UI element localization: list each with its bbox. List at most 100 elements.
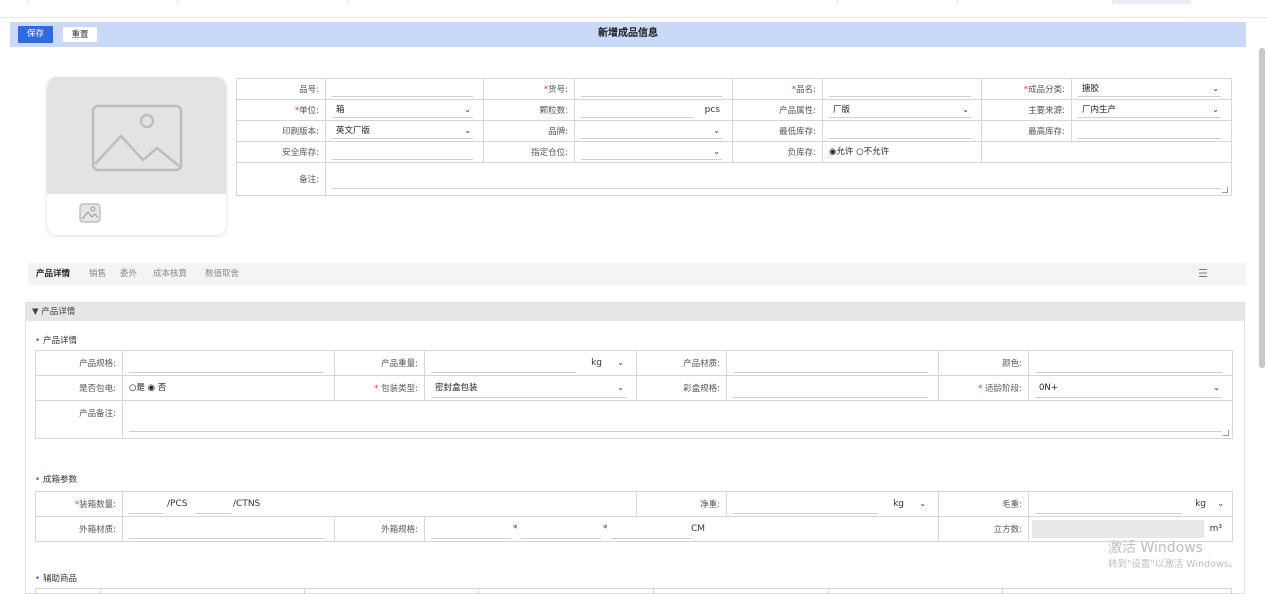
basic-info-table: 品号: *货号: *品名: *成品分类: 搪胶 ⌄ *单位: 箱 ⌄ 颗粒数: pc… bbox=[236, 78, 1232, 196]
chevron-down-icon: ⌄ bbox=[1213, 383, 1220, 392]
category-select[interactable]: 搪胶 ⌄ bbox=[1072, 79, 1231, 99]
min-stock-input[interactable] bbox=[823, 121, 981, 141]
attr-label: 产品属性: bbox=[732, 99, 823, 121]
max-stock-input[interactable] bbox=[1072, 121, 1231, 141]
product-detail-section: ▼ 产品详情 • 产品详情 产品规格: 产品重量: kg ⌄ 产品材质: 颜色: 是… bbox=[25, 302, 1245, 594]
remark-textarea[interactable] bbox=[326, 163, 1231, 195]
chevron-down-icon[interactable]: ⌄ bbox=[617, 351, 624, 375]
resize-handle[interactable] bbox=[1222, 187, 1228, 193]
location-select[interactable]: ⌄ bbox=[575, 142, 732, 162]
negative-stock-radio[interactable]: ◉允许 ○不允许 bbox=[823, 142, 981, 162]
battery-radio[interactable]: ○是 ◉ 否 bbox=[123, 376, 334, 400]
product-image-card[interactable] bbox=[47, 77, 226, 235]
item-no-input[interactable] bbox=[326, 79, 483, 99]
top-tab-segment bbox=[178, 0, 348, 4]
top-tab-strip bbox=[0, 0, 1267, 18]
top-tab-segment bbox=[838, 0, 958, 4]
tab-product-detail[interactable]: 产品详情 bbox=[36, 263, 70, 285]
carton-table: *装箱数量: /PCS /CTNS 净重: kg ⌄ 毛重: kg ⌄ 外箱材质: … bbox=[35, 491, 1234, 542]
carton-subtitle: • 成箱参数 bbox=[35, 475, 78, 485]
top-tab-segment bbox=[28, 0, 178, 4]
weight-input[interactable]: kg ⌄ bbox=[425, 351, 636, 375]
unit-label: *单位: bbox=[236, 99, 326, 121]
color-box-label: 彩盒规格: bbox=[636, 375, 727, 401]
radio-unchecked-icon[interactable]: ○ bbox=[856, 147, 863, 157]
detail-table: 产品规格: 产品重量: kg ⌄ 产品材质: 颜色: 是否包电: ○是 ◉ 否 *… bbox=[35, 350, 1233, 439]
location-label: 指定仓位: bbox=[483, 141, 575, 163]
safe-stock-label: 安全库存: bbox=[236, 141, 326, 163]
product-remark-label: 产品备注: bbox=[35, 400, 123, 439]
activation-watermark-title: 激活 Windows bbox=[1108, 540, 1203, 556]
page-title: 新增成品信息 bbox=[598, 28, 658, 39]
top-tab-segment bbox=[348, 0, 838, 4]
battery-label: 是否包电: bbox=[35, 375, 123, 401]
print-label: 印刷版本: bbox=[236, 120, 326, 142]
chevron-down-icon[interactable]: ⌄ bbox=[919, 492, 926, 516]
tab-outsource[interactable]: 委外 bbox=[120, 263, 137, 285]
detail-subtitle: • 产品详情 bbox=[35, 336, 78, 346]
image-placeholder bbox=[47, 77, 226, 194]
list-icon[interactable]: ☰ bbox=[1198, 263, 1208, 285]
safe-stock-input[interactable] bbox=[326, 142, 483, 162]
min-stock-label: 最低库存: bbox=[732, 120, 823, 142]
color-box-input[interactable] bbox=[727, 376, 938, 400]
chevron-down-icon: ⌄ bbox=[962, 105, 969, 114]
outer-spec-input[interactable]: * * CM bbox=[425, 517, 938, 541]
spec-label: 产品规格: bbox=[35, 350, 123, 376]
product-name-label: *品名: bbox=[732, 78, 823, 100]
gross-weight-label: 毛重: bbox=[938, 491, 1030, 517]
top-tab-segment bbox=[0, 0, 28, 4]
chevron-down-icon: ⌄ bbox=[1212, 105, 1219, 114]
material-input[interactable] bbox=[727, 351, 938, 375]
carton-qty-label: *装箱数量: bbox=[35, 491, 123, 517]
net-weight-input[interactable]: kg ⌄ bbox=[727, 492, 938, 516]
age-label: * 适龄阶段: bbox=[938, 375, 1029, 401]
inspect-input[interactable]: pcs bbox=[575, 100, 732, 120]
form-header: 保存 重置 新增成品信息 bbox=[10, 22, 1246, 47]
outer-material-input[interactable] bbox=[123, 517, 334, 541]
color-input[interactable] bbox=[1029, 351, 1232, 375]
product-remark-textarea[interactable] bbox=[123, 401, 1232, 438]
product-name-input[interactable] bbox=[823, 79, 981, 99]
source-select[interactable]: 厂内生产 ⌄ bbox=[1072, 100, 1231, 120]
weight-label: 产品重量: bbox=[334, 350, 425, 376]
attr-select[interactable]: 厂版 ⌄ bbox=[823, 100, 981, 120]
section-header[interactable]: ▼ 产品详情 bbox=[26, 303, 1244, 321]
chevron-down-icon: ⌄ bbox=[464, 126, 471, 135]
upload-image-icon[interactable] bbox=[79, 203, 101, 223]
carton-qty-input[interactable]: /PCS /CTNS bbox=[123, 492, 636, 516]
chevron-down-icon: ⌄ bbox=[464, 105, 471, 114]
tab-sales[interactable]: 销售 bbox=[89, 263, 106, 285]
volume-label: 立方数: bbox=[938, 516, 1030, 542]
age-select[interactable]: 0N+ ⌄ bbox=[1029, 376, 1232, 400]
print-select[interactable]: 英文厂版 ⌄ bbox=[326, 121, 483, 141]
pack-label: * 包装类型: bbox=[334, 375, 425, 401]
aux-table bbox=[35, 588, 1232, 594]
collapse-icon[interactable]: ▼ bbox=[32, 307, 39, 317]
net-weight-label: 净重: bbox=[636, 491, 728, 517]
material-label: 产品材质: bbox=[636, 350, 727, 376]
resize-handle[interactable] bbox=[1223, 430, 1229, 436]
page-scrollbar[interactable] bbox=[1259, 48, 1265, 368]
max-stock-label: 最高库存: bbox=[981, 120, 1072, 142]
brand-label: 品牌: bbox=[483, 120, 575, 142]
image-placeholder-icon bbox=[91, 104, 183, 172]
chevron-down-icon: ⌄ bbox=[617, 383, 624, 392]
activation-watermark-sub: 转到"设置"以激活 Windows。 bbox=[1108, 559, 1239, 570]
brand-select[interactable]: ⌄ bbox=[575, 121, 732, 141]
tab-bar: 产品详情 销售 委外 成本核算 数值取舍 ☰ bbox=[28, 263, 1246, 285]
top-tab-active bbox=[1113, 0, 1191, 4]
tab-rounding[interactable]: 数值取舍 bbox=[205, 263, 239, 285]
chevron-down-icon[interactable]: ⌄ bbox=[1217, 492, 1224, 516]
goods-no-label: *货号: bbox=[483, 78, 575, 100]
spec-input[interactable] bbox=[123, 351, 334, 375]
radio-checked-icon[interactable]: ◉ bbox=[148, 383, 155, 393]
gross-weight-input[interactable]: kg ⌄ bbox=[1029, 492, 1232, 516]
pack-select[interactable]: 密封盒包装 ⌄ bbox=[425, 376, 636, 400]
top-tab-segment bbox=[958, 0, 1113, 4]
tab-cost[interactable]: 成本核算 bbox=[153, 263, 187, 285]
goods-no-input[interactable] bbox=[575, 79, 732, 99]
inspect-label: 颗粒数: bbox=[483, 99, 575, 121]
aux-subtitle: • 辅助商品 bbox=[35, 574, 78, 584]
unit-select[interactable]: 箱 ⌄ bbox=[326, 100, 483, 120]
